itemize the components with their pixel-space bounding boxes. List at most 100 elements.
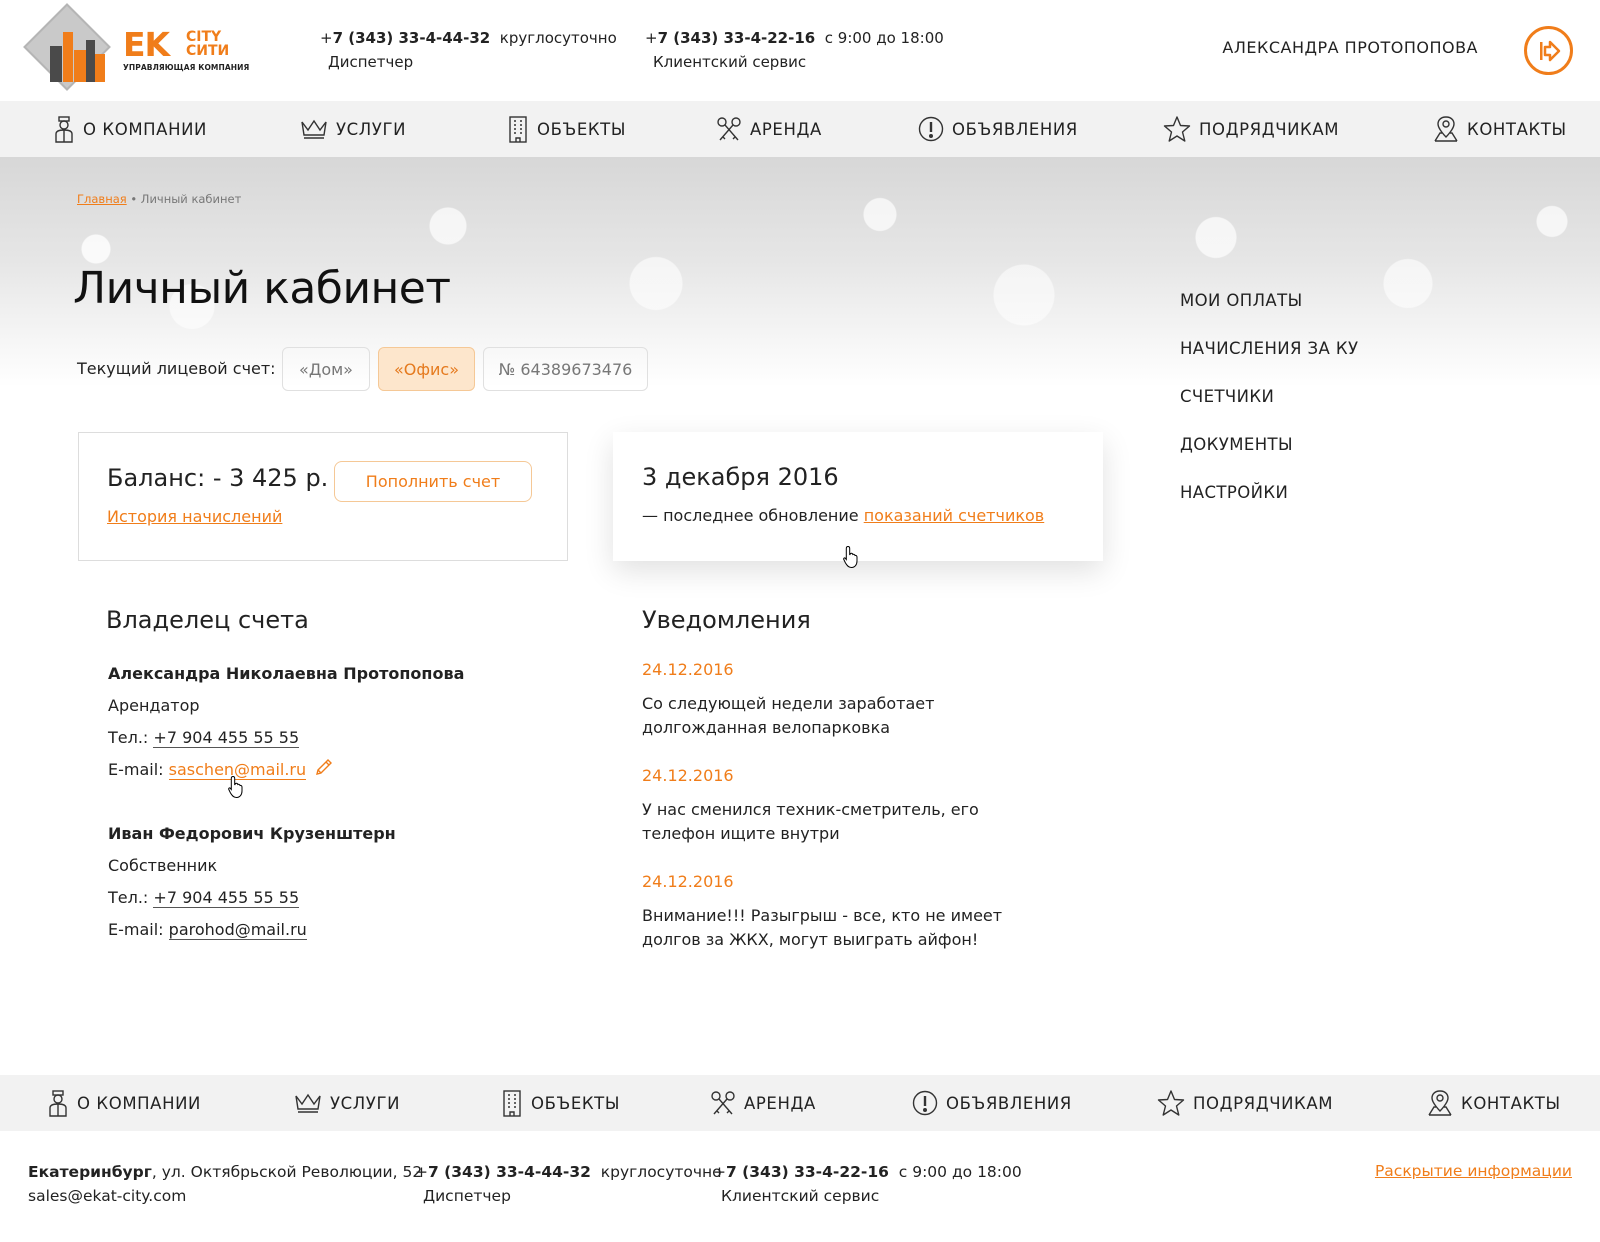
disclosure-link[interactable]: Раскрытие информации xyxy=(1375,1162,1572,1180)
owner-phone[interactable]: +7 904 455 55 55 xyxy=(153,888,300,908)
side-menu-meters[interactable]: СЧЕТЧИКИ xyxy=(1180,382,1358,430)
owner-entry: Иван Федорович Крузенштерн Собственник Т… xyxy=(108,818,396,946)
company-logo[interactable]: EK CITY СИТИ УПРАВЛЯЮЩАЯ КОМПАНИЯ xyxy=(23,3,249,94)
nav-item-objects[interactable]: ОБЪЕКТЫ xyxy=(501,1075,620,1131)
phone-number[interactable]: 7 (343) 33-4-22-16 xyxy=(726,1163,889,1181)
phone-hours: круглосуточно xyxy=(600,1163,722,1181)
owner-email[interactable]: parohod@mail.ru xyxy=(168,920,307,940)
owner-phone-row: Тел.: +7 904 455 55 55 xyxy=(108,882,396,914)
nav-item-label: ОБЪЯВЛЕНИЯ xyxy=(946,1093,1072,1113)
owner-email-row: E-mail: saschen@mail.ru xyxy=(108,754,464,788)
account-option-home[interactable]: «Дом» xyxy=(282,347,370,391)
exclamation-icon xyxy=(912,1090,938,1116)
phone-label: Клиентский сервис xyxy=(653,53,807,71)
top-up-button[interactable]: Пополнить счет xyxy=(334,461,532,502)
nav-item-contacts[interactable]: КОНТАКТЫ xyxy=(1433,101,1567,157)
nav-item-label: ПОДРЯДЧИКАМ xyxy=(1199,119,1340,139)
nav-item-rent[interactable]: АРЕНДА xyxy=(710,1075,816,1131)
hand-cursor-icon xyxy=(843,545,858,569)
notification-date: 24.12.2016 xyxy=(642,872,734,891)
logo-building xyxy=(50,46,62,82)
notification-text: Со следующей недели заработает долгождан… xyxy=(642,694,935,737)
main-nav: О КОМПАНИИ УСЛУГИ ОБЪЕКТЫ АРЕНДА ОБЪЯВЛЕ… xyxy=(0,101,1600,157)
side-menu-charges[interactable]: НАЧИСЛЕНИЯ ЗА КУ xyxy=(1180,334,1358,382)
nav-item-contacts[interactable]: КОНТАКТЫ xyxy=(1427,1075,1561,1131)
star-icon xyxy=(1163,116,1191,142)
nav-item-contractors[interactable]: ПОДРЯДЧИКАМ xyxy=(1163,101,1339,157)
nav-item-about[interactable]: О КОМПАНИИ xyxy=(47,1075,201,1131)
breadcrumb-separator: • xyxy=(130,192,138,206)
account-option-number[interactable]: № 64389673476 xyxy=(483,347,648,391)
nav-item-about[interactable]: О КОМПАНИИ xyxy=(53,101,207,157)
map-pin-icon xyxy=(1428,1090,1452,1116)
logo-subtitle: УПРАВЛЯЮЩАЯ КОМПАНИЯ xyxy=(123,63,250,72)
footer-city: Екатеринбург xyxy=(28,1163,152,1181)
nav-item-label: ОБЪЕКТЫ xyxy=(531,1093,621,1113)
notification-item: 24.12.2016 Внимание!!! Разыгрыш - все, к… xyxy=(642,870,1042,952)
phone-number[interactable]: 7 (343) 33-4-44-32 xyxy=(428,1163,591,1181)
balance-card: Баланс: - 3 425 р. История начислений По… xyxy=(78,432,568,561)
owner-role: Собственник xyxy=(108,856,218,875)
charges-history-link[interactable]: История начислений xyxy=(107,507,282,526)
nav-item-label: АРЕНДА xyxy=(744,1093,816,1113)
doorman-icon xyxy=(49,1090,67,1117)
logout-arrow-icon xyxy=(1540,40,1561,62)
owner-phone[interactable]: +7 904 455 55 55 xyxy=(153,728,300,748)
footer-phone-dispatcher: +7 (343) 33-4-44-32 круглосуточно Диспет… xyxy=(415,1160,722,1208)
nav-item-services[interactable]: УСЛУГИ xyxy=(294,1075,400,1131)
notification-text: У нас сменился техник-сметритель, его те… xyxy=(642,800,979,843)
account-selector-label: Текущий лицевой счет: xyxy=(77,359,276,378)
edit-pencil-icon[interactable] xyxy=(314,756,334,788)
side-menu-documents[interactable]: ДОКУМЕНТЫ xyxy=(1180,430,1358,478)
last-update-prefix: — последнее обновление xyxy=(642,506,859,525)
phone-hours: с 9:00 до 18:00 xyxy=(824,29,944,47)
nav-item-label: УСЛУГИ xyxy=(330,1093,401,1113)
phone-prefix: + xyxy=(645,29,658,47)
site-header: EK CITY СИТИ УПРАВЛЯЮЩАЯ КОМПАНИЯ +7 (34… xyxy=(0,0,1600,101)
phone-label: Диспетчер xyxy=(328,53,414,71)
crown-icon xyxy=(295,1093,321,1113)
logo-city-en: CITY xyxy=(186,29,222,45)
nav-item-contractors[interactable]: ПОДРЯДЧИКАМ xyxy=(1157,1075,1333,1131)
building-icon xyxy=(503,1090,521,1117)
nav-item-label: КОНТАКТЫ xyxy=(1467,119,1567,139)
logo-building xyxy=(63,32,73,82)
owner-name: Иван Федорович Крузенштерн xyxy=(108,824,396,843)
nav-item-announcements[interactable]: ОБЪЯВЛЕНИЯ xyxy=(918,101,1078,157)
logo-building xyxy=(74,50,86,82)
owner-email-row: E-mail: parohod@mail.ru xyxy=(108,914,396,946)
phone-number[interactable]: 7 (343) 33-4-44-32 xyxy=(333,29,491,47)
email-label: E-mail: xyxy=(108,920,164,939)
account-side-menu: МОИ ОПЛАТЫ НАЧИСЛЕНИЯ ЗА КУ СЧЕТЧИКИ ДОК… xyxy=(1180,286,1358,526)
notification-date: 24.12.2016 xyxy=(642,660,734,679)
phone-hours: круглосуточно xyxy=(499,29,617,47)
nav-item-label: ОБЪЯВЛЕНИЯ xyxy=(952,119,1078,139)
keys-icon xyxy=(711,1091,735,1115)
logout-button[interactable] xyxy=(1524,26,1573,75)
side-menu-payments[interactable]: МОИ ОПЛАТЫ xyxy=(1180,286,1358,334)
owner-phone-row: Тел.: +7 904 455 55 55 xyxy=(108,722,464,754)
nav-item-label: ОБЪЕКТЫ xyxy=(537,119,627,139)
phone-label: Диспетчер xyxy=(423,1187,511,1205)
building-icon xyxy=(509,116,527,143)
logo-building xyxy=(95,54,105,82)
notifications-title: Уведомления xyxy=(642,606,811,634)
user-name[interactable]: АЛЕКСАНДРА ПРОТОПОПОВА xyxy=(1222,38,1478,57)
owners-title: Владелец счета xyxy=(106,606,309,634)
account-option-office[interactable]: «Офис» xyxy=(378,347,475,391)
breadcrumb-home-link[interactable]: Главная xyxy=(77,192,127,206)
footer-email[interactable]: sales@ekat-city.com xyxy=(28,1184,422,1208)
meter-readings-link[interactable]: показаний счетчиков xyxy=(864,506,1045,525)
side-menu-settings[interactable]: НАСТРОЙКИ xyxy=(1180,478,1358,526)
hand-cursor-icon xyxy=(228,775,243,799)
star-icon xyxy=(1157,1090,1185,1116)
phone-number[interactable]: 7 (343) 33-4-22-16 xyxy=(658,29,816,47)
nav-item-rent[interactable]: АРЕНДА xyxy=(716,101,822,157)
owner-entry: Александра Николаевна Протопопова Аренда… xyxy=(108,658,464,788)
nav-item-announcements[interactable]: ОБЪЯВЛЕНИЯ xyxy=(912,1075,1072,1131)
doorman-icon xyxy=(55,116,73,143)
keys-icon xyxy=(717,117,741,141)
last-update-date: 3 декабря 2016 xyxy=(642,463,839,491)
nav-item-services[interactable]: УСЛУГИ xyxy=(300,101,406,157)
nav-item-objects[interactable]: ОБЪЕКТЫ xyxy=(507,101,626,157)
